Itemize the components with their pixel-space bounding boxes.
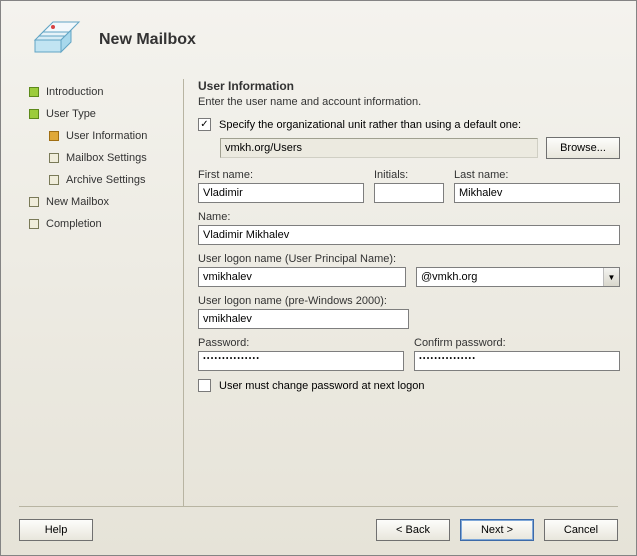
back-button[interactable]: < Back <box>376 519 450 541</box>
last-name-col: Last name: <box>454 169 620 203</box>
step-done-icon <box>29 109 39 119</box>
wizard-dialog: New Mailbox Introduction User Type User … <box>0 0 637 556</box>
nav-completion[interactable]: Completion <box>29 213 177 235</box>
nav-user-information[interactable]: User Information <box>29 125 177 147</box>
upn-label: User logon name (User Principal Name): <box>198 253 620 265</box>
upn-group: User logon name (User Principal Name): @… <box>198 253 620 287</box>
confirm-password-label: Confirm password: <box>414 337 620 349</box>
ou-input-row: Browse... <box>220 137 620 159</box>
browse-button[interactable]: Browse... <box>546 137 620 159</box>
nav-archive-settings[interactable]: Archive Settings <box>29 169 177 191</box>
upn-input[interactable] <box>198 267 406 287</box>
mailbox-stack-icon <box>25 18 81 62</box>
confirm-password-input[interactable]: ••••••••••••••• <box>414 351 620 371</box>
name-label: Name: <box>198 211 620 223</box>
confirm-password-col: Confirm password: ••••••••••••••• <box>414 337 620 371</box>
wizard-sidebar: Introduction User Type User Information … <box>29 75 177 506</box>
upn-domain-dropdown[interactable]: @vmkh.org ▼ <box>416 267 620 287</box>
ou-checkbox-row: ✓ Specify the organizational unit rather… <box>198 118 620 131</box>
cancel-button[interactable]: Cancel <box>544 519 618 541</box>
pre2000-input[interactable] <box>198 309 409 329</box>
password-col: Password: ••••••••••••••• <box>198 337 404 371</box>
pre2000-label: User logon name (pre-Windows 2000): <box>198 295 620 307</box>
step-done-icon <box>29 87 39 97</box>
step-active-icon <box>49 131 59 141</box>
wizard-title: New Mailbox <box>99 31 196 49</box>
wizard-header: New Mailbox <box>1 1 636 75</box>
last-name-label: Last name: <box>454 169 620 181</box>
nav-new-mailbox[interactable]: New Mailbox <box>29 191 177 213</box>
step-pending-icon <box>49 153 59 163</box>
first-name-input[interactable] <box>198 183 364 203</box>
ou-checkbox-label: Specify the organizational unit rather t… <box>219 119 521 131</box>
wizard-body: Introduction User Type User Information … <box>1 75 636 506</box>
first-name-col: First name: <box>198 169 364 203</box>
nav-introduction[interactable]: Introduction <box>29 81 177 103</box>
chevron-down-icon: ▼ <box>603 268 619 286</box>
last-name-input[interactable] <box>454 183 620 203</box>
ou-path-input <box>220 138 538 158</box>
name-input[interactable] <box>198 225 620 245</box>
upn-domain-value: @vmkh.org <box>421 271 477 283</box>
upn-row: @vmkh.org ▼ <box>198 267 620 287</box>
wizard-content: User Information Enter the user name and… <box>198 75 620 506</box>
password-input[interactable]: ••••••••••••••• <box>198 351 404 371</box>
password-row: Password: ••••••••••••••• Confirm passwo… <box>198 337 620 371</box>
nav-user-type[interactable]: User Type <box>29 103 177 125</box>
wizard-footer: Help < Back Next > Cancel <box>19 506 618 555</box>
password-label: Password: <box>198 337 404 349</box>
help-button[interactable]: Help <box>19 519 93 541</box>
nav-mailbox-settings[interactable]: Mailbox Settings <box>29 147 177 169</box>
initials-input[interactable] <box>374 183 444 203</box>
step-pending-icon <box>29 197 39 207</box>
first-name-label: First name: <box>198 169 364 181</box>
pre2000-group: User logon name (pre-Windows 2000): <box>198 295 620 329</box>
initials-col: Initials: <box>374 169 444 203</box>
ou-checkbox[interactable]: ✓ <box>198 118 211 131</box>
section-subtitle: Enter the user name and account informat… <box>198 96 620 108</box>
must-change-row: User must change password at next logon <box>198 379 620 392</box>
vertical-separator <box>183 79 184 506</box>
must-change-label: User must change password at next logon <box>219 380 424 392</box>
section-title: User Information <box>198 79 620 93</box>
step-pending-icon <box>29 219 39 229</box>
display-name-group: Name: <box>198 211 620 245</box>
initials-label: Initials: <box>374 169 444 181</box>
next-button[interactable]: Next > <box>460 519 534 541</box>
step-pending-icon <box>49 175 59 185</box>
name-fields-row: First name: Initials: Last name: <box>198 169 620 203</box>
must-change-checkbox[interactable] <box>198 379 211 392</box>
